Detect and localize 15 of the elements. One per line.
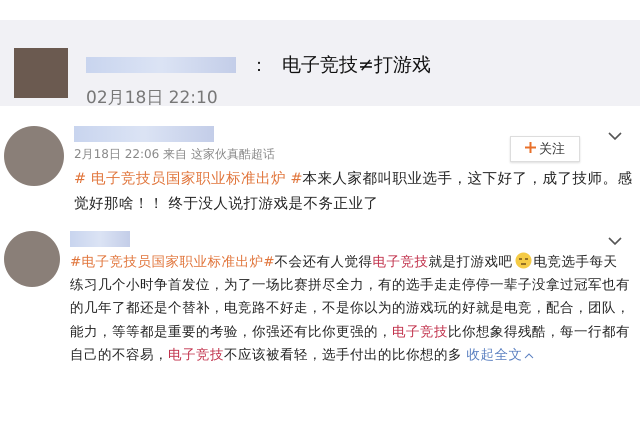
post-text: 电子竞技≠打游戏 <box>282 53 431 78</box>
blurred-username <box>70 230 130 247</box>
post-time: 02月18日 22:10 <box>86 87 219 109</box>
separator: ： <box>250 54 268 77</box>
plus-icon <box>525 142 536 153</box>
post-meta: 2月18日 22:06 来自 这家伙真酷超话 <box>74 146 275 163</box>
post-text: # 电子竞技员国家职业标准出炉 #本来人家都叫职业选手，这下好了，成了技师。感觉好那啥！！ 终于没人说打游戏是不务正业了 <box>74 170 634 214</box>
emoji-icon <box>514 252 532 269</box>
chevron-down-icon[interactable] <box>608 236 622 246</box>
avatar-placeholder <box>14 48 68 98</box>
chevron-up-icon <box>524 352 534 359</box>
follow-button[interactable]: 关注 <box>510 136 580 162</box>
post-text: #电子竞技员国家职业标准出炉#不会还有人觉得电子竞技就是打游戏吧 电竞选手每天练习几个小时争首发位，为了一场比赛拼尽全力，有的选手走走停停一辈子没拿过冠军也有的几年了都还是个替补，电竞路不好走，不是你以为的游戏玩的好就是电竞，配合，团队，能力，等等都是重要的考验，你强还有比你更强的，电子竞技比你想象得残酷，每一行都有自己的不容易，电子竞技不应该被看轻，选手付出的比你想的多 收起全文 <box>70 250 630 365</box>
collapse-link[interactable]: 收起全文 <box>466 346 534 363</box>
chevron-down-icon[interactable] <box>608 132 622 141</box>
